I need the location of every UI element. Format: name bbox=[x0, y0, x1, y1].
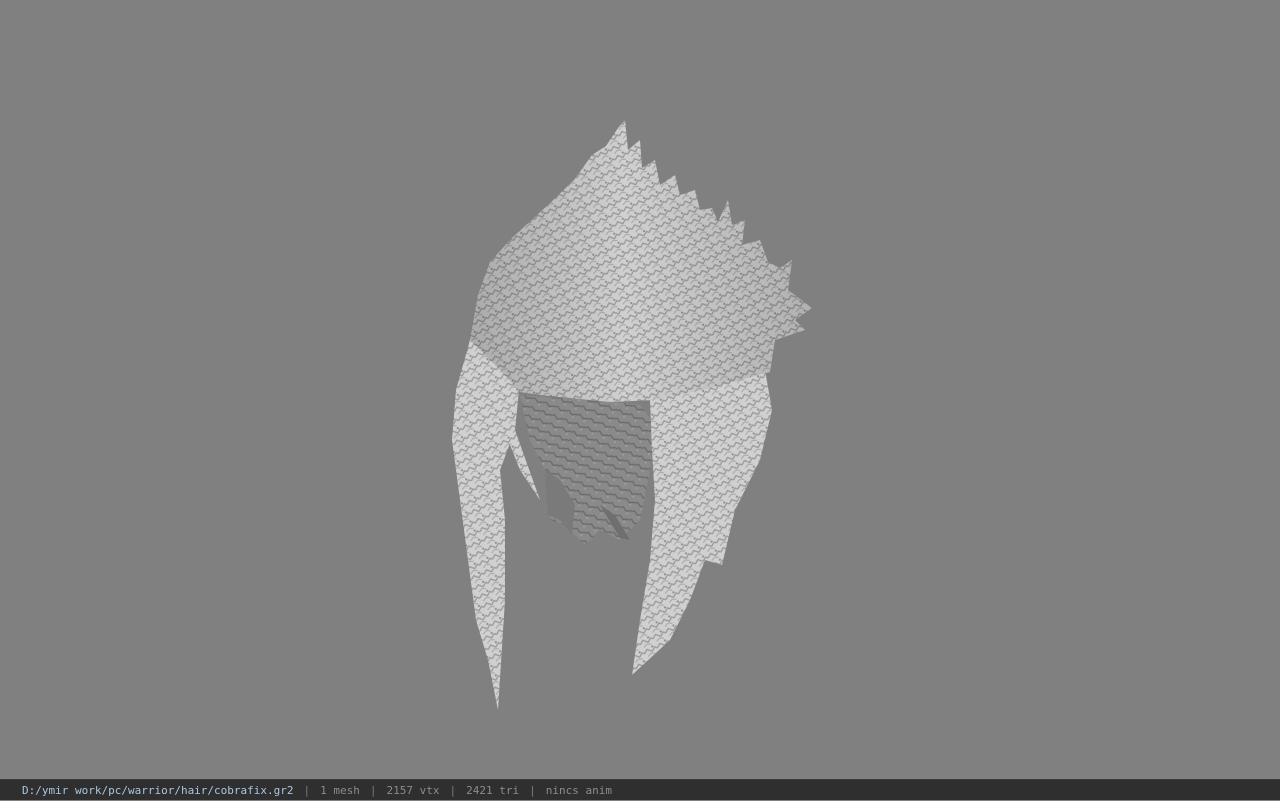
separator: | bbox=[369, 783, 377, 797]
model-render bbox=[452, 120, 812, 710]
separator: | bbox=[303, 783, 311, 797]
animation-status: nincs anim bbox=[545, 783, 612, 797]
3d-viewport[interactable] bbox=[0, 0, 1280, 779]
hair-left-strands bbox=[452, 340, 520, 710]
file-path: D:/ymir work/pc/warrior/hair/cobrafix.gr… bbox=[22, 783, 294, 797]
separator: | bbox=[529, 783, 536, 797]
separator: | bbox=[449, 783, 457, 797]
status-bar: D:/ymir work/pc/warrior/hair/cobrafix.gr… bbox=[0, 779, 1280, 800]
hair-right-strands bbox=[632, 370, 772, 675]
hair-inner-shadow bbox=[520, 395, 655, 545]
vertex-count: 2157 vtx bbox=[386, 783, 440, 797]
mesh-count: 1 mesh bbox=[320, 783, 360, 797]
triangle-count: 2421 tri bbox=[466, 783, 520, 797]
